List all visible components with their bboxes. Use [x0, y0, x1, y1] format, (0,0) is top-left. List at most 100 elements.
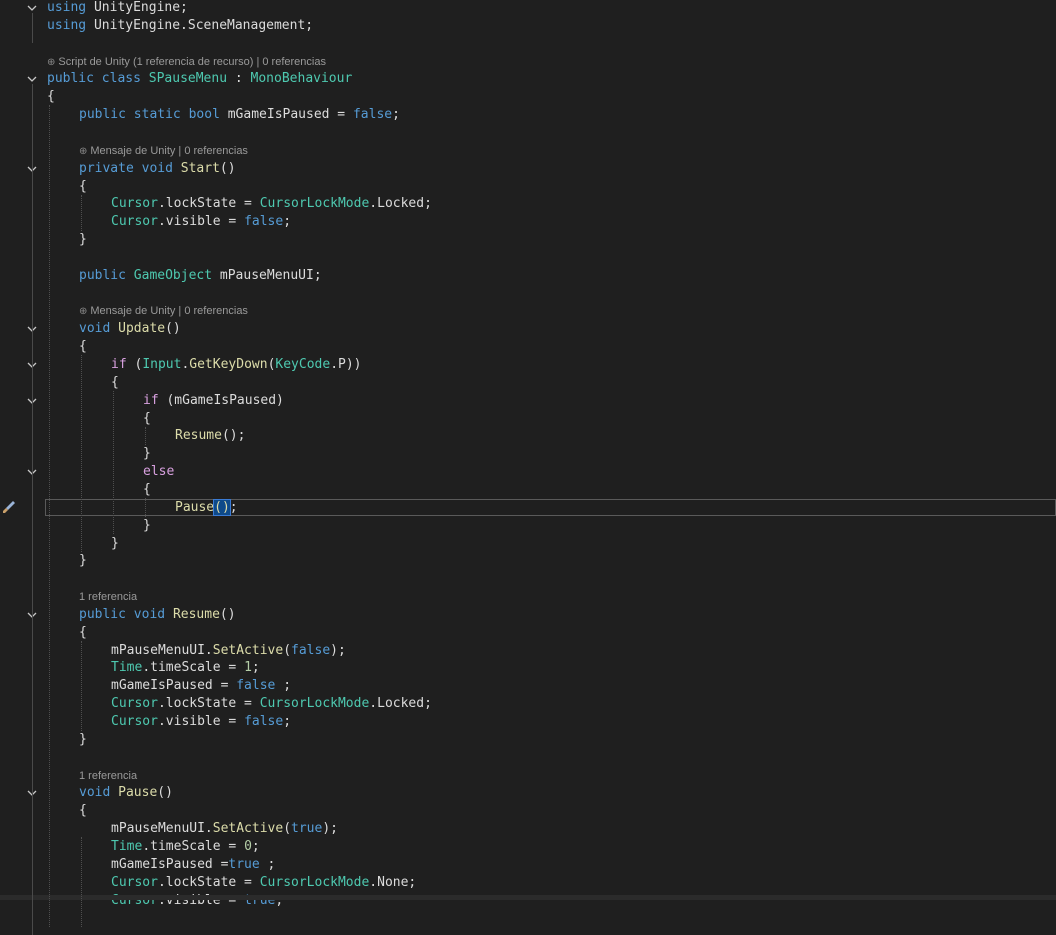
code-text[interactable]: Cursor.visible = false; [111, 713, 291, 731]
code-line[interactable]: Cursor.lockState = CursorLockMode.Locked… [0, 695, 1056, 713]
codelens-line[interactable]: ⊕ Mensaje de Unity | 0 referencias [0, 302, 1056, 320]
code-line[interactable]: Time.timeScale = 1; [0, 659, 1056, 677]
code-line[interactable]: void Pause() [0, 784, 1056, 802]
code-line[interactable]: } [0, 552, 1056, 570]
code-line[interactable]: Cursor.visible = false; [0, 213, 1056, 231]
code-line[interactable]: if (mGameIsPaused) [0, 392, 1056, 410]
code-line[interactable]: public GameObject mPauseMenuUI; [0, 267, 1056, 285]
code-line[interactable]: void Update() [0, 320, 1056, 338]
codelens-text[interactable]: 1 referencia [79, 591, 137, 603]
code-line[interactable]: public class SPauseMenu : MonoBehaviour [0, 70, 1056, 88]
code-text[interactable]: } [79, 552, 87, 570]
code-text[interactable]: mPauseMenuUI.SetActive(true); [111, 820, 338, 838]
codelens-hint[interactable]: 1 referencia [79, 769, 137, 783]
codelens-line[interactable]: 1 referencia [0, 767, 1056, 785]
code-line[interactable]: private void Start() [0, 160, 1056, 178]
code-line[interactable] [0, 285, 1056, 303]
code-line[interactable]: { [0, 88, 1056, 106]
code-text[interactable]: } [143, 445, 151, 463]
codelens-hint[interactable]: ⊕ Mensaje de Unity | 0 referencias [79, 304, 248, 318]
code-text[interactable]: Cursor.lockState = CursorLockMode.None; [111, 874, 416, 892]
code-line[interactable] [0, 35, 1056, 53]
codelens-text[interactable]: Mensaje de Unity | 0 referencias [90, 305, 248, 317]
code-text[interactable]: { [79, 802, 87, 820]
code-text[interactable]: public class SPauseMenu : MonoBehaviour [47, 70, 352, 88]
code-text[interactable]: { [79, 624, 87, 642]
code-line[interactable]: } [0, 731, 1056, 749]
code-line[interactable]: public static bool mGameIsPaused = false… [0, 106, 1056, 124]
code-text[interactable]: Time.timeScale = 0; [111, 838, 260, 856]
code-line[interactable]: if (Input.GetKeyDown(KeyCode.P)) [0, 356, 1056, 374]
code-line[interactable]: { [0, 410, 1056, 428]
code-text[interactable]: mGameIsPaused =true ; [111, 856, 275, 874]
code-line[interactable]: { [0, 374, 1056, 392]
code-text[interactable]: void Update() [79, 320, 181, 338]
code-text[interactable]: } [143, 517, 151, 535]
code-line[interactable]: using UnityEngine; [0, 0, 1056, 17]
code-line[interactable]: } [0, 231, 1056, 249]
code-text[interactable]: Pause(); [175, 498, 238, 517]
code-text[interactable]: using UnityEngine.SceneManagement; [47, 17, 313, 35]
code-line[interactable] [0, 249, 1056, 267]
code-line[interactable]: Cursor.lockState = CursorLockMode.None; [0, 874, 1056, 892]
code-text[interactable]: public void Resume() [79, 606, 236, 624]
code-line[interactable]: { [0, 178, 1056, 196]
code-text[interactable]: public static bool mGameIsPaused = false… [79, 106, 400, 124]
code-text[interactable]: Resume(); [175, 427, 245, 445]
codelens-text[interactable]: Mensaje de Unity | 0 referencias [90, 145, 248, 157]
codelens-text[interactable]: Script de Unity (1 referencia de recurso… [58, 56, 326, 68]
code-text[interactable]: Cursor.lockState = CursorLockMode.Locked… [111, 195, 432, 213]
code-line[interactable]: } [0, 535, 1056, 553]
code-line[interactable]: { [0, 624, 1056, 642]
code-editor[interactable]: using UnityEngine; using UnityEngine.Scen… [0, 0, 1056, 935]
code-text[interactable]: { [143, 410, 151, 428]
codelens-text[interactable]: 1 referencia [79, 770, 137, 782]
code-line[interactable]: } [0, 517, 1056, 535]
codelens-hint[interactable]: ⊕ Script de Unity (1 referencia de recurs… [47, 55, 326, 69]
code-line[interactable]: Cursor.visible = false; [0, 713, 1056, 731]
code-line[interactable]: mGameIsPaused = false ; [0, 677, 1056, 695]
code-text[interactable]: void Pause() [79, 784, 173, 802]
code-text[interactable]: } [79, 731, 87, 749]
quick-actions-brush-icon[interactable] [2, 499, 16, 517]
codelens-line[interactable]: 1 referencia [0, 588, 1056, 606]
code-line[interactable]: else [0, 463, 1056, 481]
code-text[interactable]: Time.timeScale = 1; [111, 659, 260, 677]
code-line[interactable] [0, 749, 1056, 767]
code-line[interactable]: } [0, 445, 1056, 463]
code-text[interactable]: private void Start() [79, 160, 236, 178]
code-text[interactable]: public GameObject mPauseMenuUI; [79, 267, 322, 285]
code-text[interactable]: } [111, 535, 119, 553]
code-line[interactable]: Pause(); [0, 498, 1056, 517]
code-line[interactable]: using UnityEngine.SceneManagement; [0, 17, 1056, 35]
code-text[interactable]: if (Input.GetKeyDown(KeyCode.P)) [111, 356, 362, 374]
code-line[interactable]: mPauseMenuUI.SetActive(false); [0, 642, 1056, 660]
code-text[interactable]: { [79, 338, 87, 356]
code-text[interactable]: if (mGameIsPaused) [143, 392, 284, 410]
code-line[interactable]: mGameIsPaused =true ; [0, 856, 1056, 874]
code-line[interactable]: public void Resume() [0, 606, 1056, 624]
code-line[interactable]: { [0, 802, 1056, 820]
code-line[interactable] [0, 570, 1056, 588]
code-text[interactable]: { [111, 374, 119, 392]
codelens-hint[interactable]: 1 referencia [79, 590, 137, 604]
code-line[interactable]: Cursor.lockState = CursorLockMode.Locked… [0, 195, 1056, 213]
code-text[interactable]: mGameIsPaused = false ; [111, 677, 291, 695]
horizontal-scrollbar[interactable] [0, 895, 1056, 900]
code-line[interactable]: mPauseMenuUI.SetActive(true); [0, 820, 1056, 838]
code-line[interactable]: Time.timeScale = 0; [0, 838, 1056, 856]
codelens-line[interactable]: ⊕ Script de Unity (1 referencia de recurs… [0, 53, 1056, 71]
code-text[interactable]: mPauseMenuUI.SetActive(false); [111, 642, 346, 660]
code-line[interactable]: Resume(); [0, 427, 1056, 445]
codelens-line[interactable]: ⊕ Mensaje de Unity | 0 referencias [0, 142, 1056, 160]
code-line[interactable] [0, 124, 1056, 142]
code-text[interactable]: } [79, 231, 87, 249]
code-line[interactable]: { [0, 338, 1056, 356]
code-text[interactable]: using UnityEngine; [47, 0, 188, 17]
code-text[interactable]: { [79, 178, 87, 196]
codelens-hint[interactable]: ⊕ Mensaje de Unity | 0 referencias [79, 144, 248, 158]
code-text[interactable]: Cursor.visible = false; [111, 213, 291, 231]
code-text[interactable]: Cursor.lockState = CursorLockMode.Locked… [111, 695, 432, 713]
code-text[interactable]: { [143, 481, 151, 499]
code-line[interactable]: { [0, 481, 1056, 499]
